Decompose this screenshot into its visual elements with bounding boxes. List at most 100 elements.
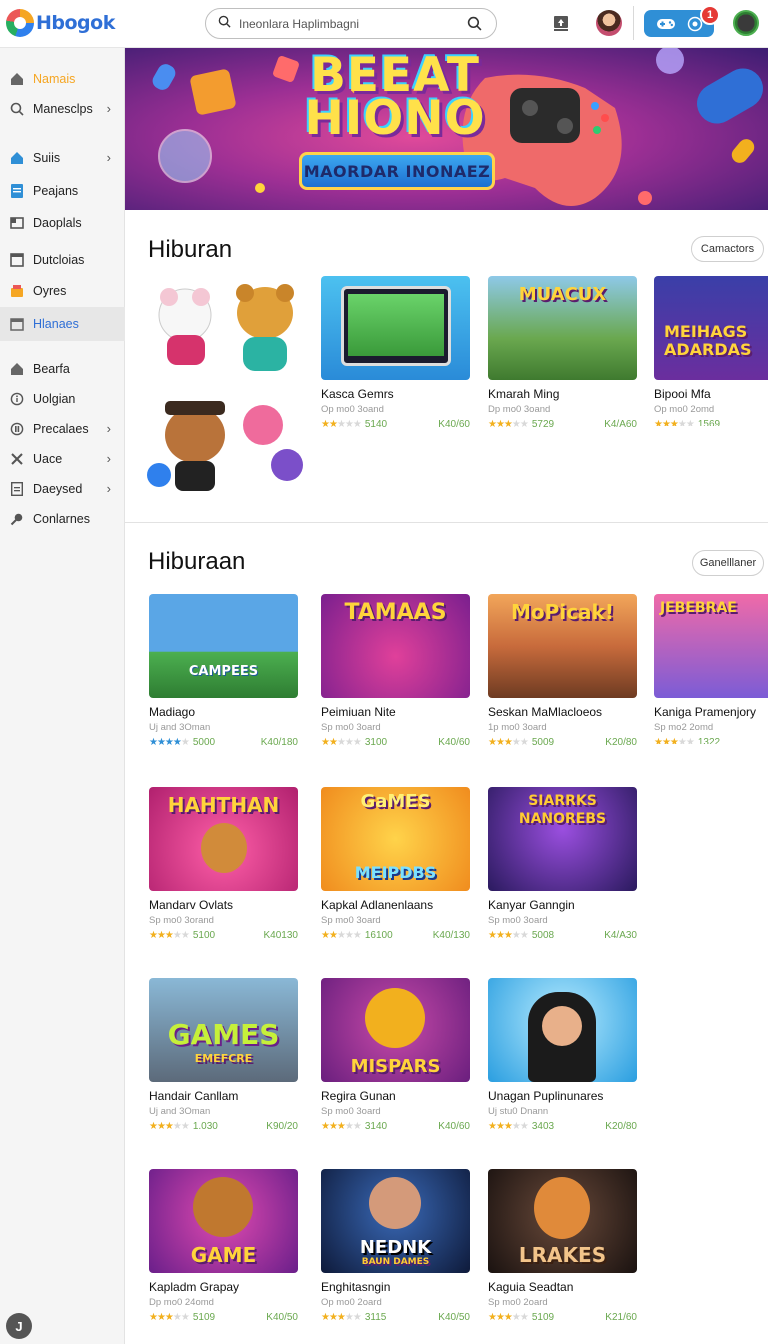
game-card[interactable]: TAMAAS Peimiuan Nite Sp mo0 3oard ★★★★★ … (321, 594, 470, 748)
sidebar-item-precalaes[interactable]: Precalaes › (0, 412, 125, 446)
game-thumbnail: MoPicak! (488, 594, 637, 698)
game-card[interactable]: GAMES EMEFCRE Handair Canllam Uj and 3Om… (149, 978, 298, 1132)
sidebar-item-daoplals[interactable]: Daoplals (0, 206, 125, 240)
sidebar-item-conlarnes[interactable]: Conlarnes (0, 502, 125, 536)
game-card[interactable]: GaMES MEIPDBS Kapkal Adlanenlaans Sp mo0… (321, 787, 470, 941)
game-card[interactable]: MEIHAGS ADARDAS Bipooi Mfa Op mo0 2omd ★… (654, 276, 768, 426)
game-card[interactable]: JEBEBRAE Kaniga Pramenjory Sp mo2 2omd ★… (654, 594, 768, 744)
upload-icon[interactable] (552, 14, 570, 32)
game-card[interactable]: Unagan Puplinunares Uj stu0 Dnann ★★★★★ … (488, 978, 637, 1132)
card-subtitle: Sp mo0 3oard (321, 722, 381, 733)
sidebar-item-namais[interactable]: Namais (0, 62, 125, 96)
search-icon (9, 102, 24, 117)
chevron-right-icon: › (106, 421, 111, 436)
game-card[interactable]: MISPARS Regira Gunan Sp mo0 3oard ★★★★★ … (321, 978, 470, 1132)
user-avatar[interactable] (596, 10, 622, 36)
card-extra: K40/60 (438, 737, 470, 748)
search-submit-icon[interactable] (467, 16, 482, 36)
search-bar[interactable] (205, 8, 497, 39)
rating-stars: ★★★★★ (654, 419, 695, 426)
card-count: 1569 (697, 419, 721, 426)
rating-stars: ★★★★★ (321, 1121, 362, 1132)
card-extra: K21/60 (605, 1312, 637, 1323)
game-thumbnail: HAHTHAN (149, 787, 298, 891)
card-subtitle: Sp mo0 2oard (488, 1297, 548, 1308)
card-subtitle: Op mo0 2oard (321, 1297, 382, 1308)
sidebar-item-manesclps[interactable]: Manesclps › (0, 92, 125, 126)
logo[interactable]: Hbogok (6, 8, 115, 38)
shield-icon (9, 422, 24, 437)
rating-stars: ★★★★★ (149, 1121, 190, 1132)
chevron-right-icon: › (106, 150, 111, 165)
key-icon (9, 512, 24, 527)
game-card[interactable]: HAHTHAN Mandarv Ovlats Sp mo0 3orand ★★★… (149, 787, 298, 941)
sidebar: Namais Manesclps › Suiis › Peajans Daopl… (0, 48, 125, 1344)
logo-text: Hbogok (36, 12, 115, 34)
sidebar-item-dutcloias[interactable]: Dutcloias (0, 243, 125, 277)
card-extra: K40/50 (266, 1312, 298, 1323)
hero-banner[interactable]: BEEAT HIONO MAORDAR INONAEZ (125, 48, 768, 210)
sidebar-item-uolgian[interactable]: Uolgian (0, 382, 125, 416)
mascot-illustration (145, 275, 310, 508)
card-subtitle: Dp mo0 3oand (488, 404, 551, 415)
home-icon (9, 151, 24, 166)
sidebar-item-label: Conlarnes (33, 512, 90, 526)
chevron-right-icon: › (106, 451, 111, 466)
card-subtitle: Sp mo2 2omd (654, 722, 714, 733)
card-subtitle: 1p mo0 3oard (488, 722, 547, 733)
section-title-hiburaan: Hiburaan (148, 548, 246, 575)
game-thumbnail: MISPARS (321, 978, 470, 1082)
card-meta: ★★★★★ 5008 K4/A30 (488, 930, 637, 941)
sidebar-item-uace[interactable]: Uace › (0, 442, 125, 476)
sidebar-item-peajans[interactable]: Peajans (0, 174, 125, 208)
card-title: Kapladm Grapay (149, 1280, 240, 1294)
card-count: 3100 (364, 737, 388, 748)
game-card[interactable]: MoPicak! Seskan MaMlacloeos 1p mo0 3oard… (488, 594, 637, 748)
sidebar-item-bearfa[interactable]: Bearfa (0, 352, 125, 386)
card-count: 1322 (697, 737, 721, 744)
game-card[interactable]: MUACUX Kmarah Ming Dp mo0 3oand ★★★★★ 57… (488, 276, 637, 430)
thumbnail-text: MUACUX (518, 284, 607, 305)
card-extra: K20/80 (605, 737, 637, 748)
card-count: 5140 (364, 419, 388, 430)
card-subtitle: Op mo0 2omd (654, 404, 715, 415)
game-card[interactable]: Kasca Gemrs Op mo0 3oand ★★★★★ 5140 K40/… (321, 276, 470, 430)
rating-stars: ★★★★★ (488, 1121, 529, 1132)
thumbnail-text: MEIHAGS (664, 322, 748, 341)
thumbnail-text: HAHTHAN (167, 793, 280, 817)
card-title: Kaniga Pramenjory (654, 705, 757, 719)
search-input[interactable] (239, 16, 459, 31)
sidebar-item-label: Hlanaes (33, 317, 79, 331)
game-thumbnail: TAMAAS (321, 594, 470, 698)
card-meta: ★★★★★ 5000 K40/180 (149, 737, 298, 748)
section-action-button[interactable]: Camactors (691, 236, 764, 262)
sidebar-item-label: Oyres (33, 284, 67, 298)
card-subtitle: Sp mo0 3oard (321, 915, 381, 926)
sidebar-item-label: Dutcloias (33, 253, 85, 267)
help-button[interactable]: J (6, 1313, 32, 1339)
game-card[interactable]: CAMPEES Madiago Uj and 3Oman ★★★★★ 5000 … (149, 594, 298, 748)
rating-stars: ★★★★★ (321, 930, 362, 941)
sidebar-item-label: Precalaes (33, 422, 89, 436)
sidebar-item-suiis[interactable]: Suiis › (0, 141, 125, 175)
game-card[interactable]: GAME Kapladm Grapay Dp mo0 24omd ★★★★★ 5… (149, 1169, 298, 1323)
game-thumbnail: LRAKES (488, 1169, 637, 1273)
rating-stars: ★★★★★ (488, 419, 529, 430)
thumbnail-text: NANOREBS (518, 811, 607, 827)
tools-icon (9, 452, 24, 467)
sidebar-item-daeysed[interactable]: Daeysed › (0, 472, 125, 506)
game-card[interactable]: LRAKES Kaguia Seadtan Sp mo0 2oard ★★★★★… (488, 1169, 637, 1323)
profile-icon[interactable] (733, 10, 759, 36)
game-card[interactable]: NEDNK BAUN DAMES Enghitasngin Op mo0 2oa… (321, 1169, 470, 1323)
card-title: Madiago (149, 705, 196, 719)
home-icon (9, 72, 24, 87)
thumbnail-text: GaMES (360, 791, 431, 812)
sidebar-item-hlanaes[interactable]: Hlanaes (0, 307, 125, 341)
sidebar-item-oyres[interactable]: Oyres (0, 274, 125, 308)
game-card[interactable]: SIARRKS NANOREBS Kanyar Ganngin Sp mo0 3… (488, 787, 637, 941)
thumbnail-text: SIARRKS (528, 793, 597, 809)
rating-stars: ★★★★★ (488, 1312, 529, 1323)
card-count: 3403 (531, 1121, 555, 1132)
card-extra: K4/A30 (604, 930, 637, 941)
section-action-button[interactable]: Ganelllaner (692, 550, 764, 576)
